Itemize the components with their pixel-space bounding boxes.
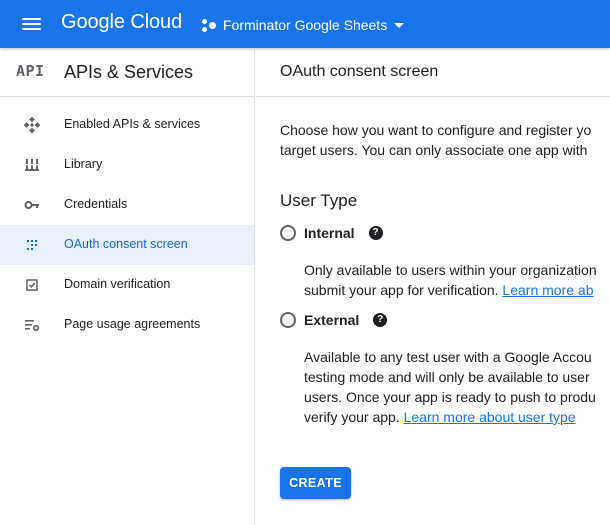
help-icon[interactable]: ? [368, 226, 383, 240]
apis-diamond-icon [24, 117, 40, 133]
user-type-heading: User Type [280, 191, 358, 210]
sidebar-item-label: Domain verification [64, 277, 171, 291]
settings-list-icon [25, 320, 40, 332]
sidebar-item-label: Library [64, 157, 103, 171]
description-text: verify your app. [304, 409, 404, 425]
sidebar-item-page-usage[interactable]: Page usage agreements [0, 305, 254, 345]
project-selector[interactable]: Forminator Google Sheets [201, 14, 405, 36]
description-line: users. Once your app is ready to push to… [304, 389, 596, 405]
consent-dots-icon [27, 240, 37, 250]
sidebar-item-credentials[interactable]: Credentials [0, 185, 254, 225]
api-icon: API [16, 62, 45, 80]
intro-line: Choose how you want to configure and reg… [280, 122, 592, 138]
sidebar-item-label: Enabled APIs & services [64, 117, 201, 131]
internal-label[interactable]: Internal [304, 225, 355, 241]
sidebar-item-label: Credentials [64, 197, 128, 211]
checkbox-icon [26, 279, 38, 291]
external-radio[interactable] [280, 312, 296, 328]
description-line: submit your app for verification. Learn … [304, 280, 610, 300]
sidebar-item-enabled-apis[interactable]: Enabled APIs & services [0, 105, 254, 145]
internal-description: Only available to users within your orga… [304, 260, 610, 300]
sidebar-title: APIs & Services [64, 62, 194, 82]
external-label[interactable]: External [304, 312, 359, 328]
library-grid-icon [25, 159, 39, 171]
top-app-bar: Google Cloud Forminator Google Sheets [0, 0, 610, 48]
create-button[interactable]: CREATE [280, 467, 351, 499]
description-line: Available to any test user with a Google… [304, 349, 592, 365]
external-description: Available to any test user with a Google… [304, 347, 610, 427]
sidebar-item-library[interactable]: Library [0, 145, 254, 185]
key-icon [24, 201, 39, 209]
learn-more-link[interactable]: Learn more ab [502, 282, 593, 298]
description-line: Only available to users within your orga… [304, 262, 597, 278]
learn-more-user-type-link[interactable]: Learn more about user type [404, 409, 576, 425]
sidebar-header: API APIs & Services [0, 48, 254, 97]
main-content: OAuth consent screen Choose how you want… [256, 48, 610, 525]
internal-option: Internal ? [280, 223, 383, 243]
external-option: External ? [280, 310, 388, 330]
project-hub-icon [201, 17, 217, 33]
intro-text: Choose how you want to configure and reg… [280, 120, 610, 160]
caret-down-icon [394, 23, 405, 28]
sidebar-item-label: OAuth consent screen [64, 237, 188, 251]
description-line: testing mode and will only be available … [304, 369, 590, 385]
description-text: submit your app for verification. [304, 282, 503, 298]
intro-line: target users. You can only associate one… [280, 142, 588, 158]
sidebar: API APIs & Services Enabled APIs & servi… [0, 48, 255, 525]
help-icon[interactable]: ? [373, 313, 388, 327]
page-title: OAuth consent screen [280, 63, 439, 80]
project-name: Forminator Google Sheets [223, 17, 388, 33]
internal-radio[interactable] [280, 225, 296, 241]
description-line: verify your app. Learn more about user t… [304, 407, 610, 427]
main-header: OAuth consent screen [256, 48, 610, 97]
google-cloud-logo[interactable]: Google Cloud [61, 11, 182, 34]
sidebar-item-oauth-consent[interactable]: OAuth consent screen [0, 225, 254, 265]
sidebar-item-domain-verification[interactable]: Domain verification [0, 265, 254, 305]
menu-icon[interactable] [22, 16, 42, 32]
sidebar-item-label: Page usage agreements [64, 317, 201, 331]
sidebar-nav: Enabled APIs & services Library Credenti… [0, 97, 254, 345]
